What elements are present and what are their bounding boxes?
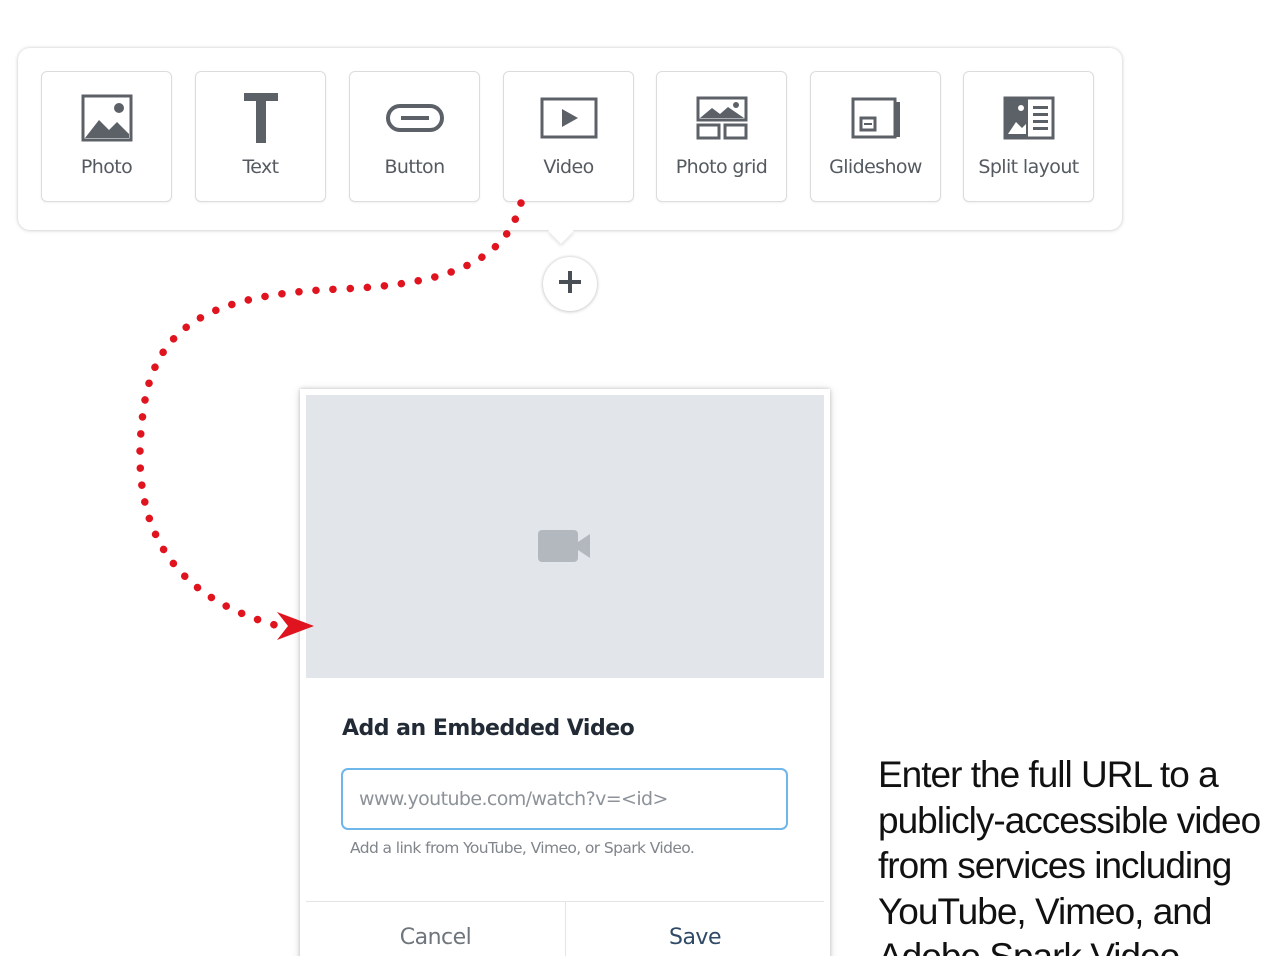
- canvas: Photo Text Button Video Photo grid Glide…: [0, 0, 1261, 956]
- arrow-head: [277, 612, 314, 640]
- instruction-caption: Enter the full URL to a publicly-accessi…: [878, 754, 1261, 956]
